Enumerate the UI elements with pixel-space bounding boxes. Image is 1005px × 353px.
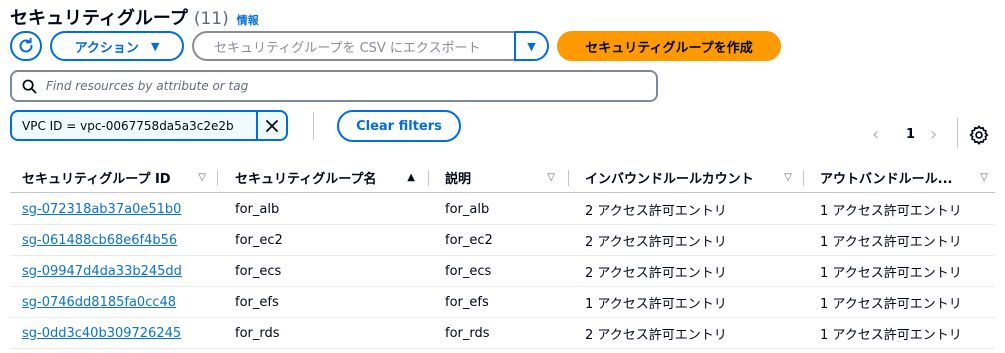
outbound-rule-count: 1 アクセス許可エントリ (820, 203, 962, 219)
actions-dropdown-button[interactable]: アクション ▼ (50, 31, 184, 61)
gear-icon (969, 125, 989, 145)
filter-token-label: VPC ID = vpc-0067758da5a3c2e2b (22, 118, 234, 133)
clear-filters-label: Clear filters (356, 118, 442, 134)
export-csv-button[interactable]: セキュリティグループを CSV にエクスポート (192, 31, 514, 61)
next-page-button[interactable]: › (930, 122, 937, 146)
table-row: sg-0746dd8185fa0cc48 for_efs for_efs 1 ア… (10, 287, 995, 318)
column-label: 説明 (445, 171, 472, 187)
actions-label: アクション (74, 40, 139, 56)
page-title: セキュリティグループ (10, 8, 188, 29)
clear-filters-button[interactable]: Clear filters (337, 110, 461, 142)
create-security-group-button[interactable]: セキュリティグループを作成 (557, 31, 781, 61)
security-group-id-link[interactable]: sg-072318ab37a0e51b0 (22, 194, 181, 224)
inbound-rule-count: 2 アクセス許可エントリ (585, 327, 727, 343)
column-label: セキュリティグループ ID (22, 171, 171, 187)
table-row: sg-0dd3c40b309726245 for_rds for_rds 2 ア… (10, 318, 995, 349)
resource-count: (11) (193, 9, 229, 29)
table-row: sg-061488cb68e6f4b56 for_ec2 for_ec2 2 ア… (10, 225, 995, 256)
sort-ascending-icon: ▲ (407, 171, 415, 183)
security-group-id-link[interactable]: sg-09947d4da33b245dd (22, 256, 182, 286)
chevron-left-icon: ‹ (872, 123, 880, 145)
search-box (10, 70, 658, 102)
refresh-button[interactable] (10, 31, 42, 61)
table-row: sg-072318ab37a0e51b0 for_alb for_alb 2 ア… (10, 194, 995, 225)
filter-divider (313, 112, 314, 140)
sort-down-icon: ▽ (784, 171, 792, 183)
column-label: アウトバンドルール... (820, 171, 953, 187)
description: for_alb (445, 201, 490, 217)
column-header-description[interactable]: 説明 ▽ (445, 161, 555, 193)
column-header-outbound-count[interactable]: アウトバンドルール... ▽ (820, 161, 988, 193)
description: for_efs (445, 294, 489, 310)
column-divider (568, 170, 569, 186)
export-dropdown-toggle[interactable]: ▼ (514, 31, 549, 61)
table-header: セキュリティグループ ID ▽ セキュリティグループ名 ▲ 説明 ▽ インバウン… (10, 161, 995, 193)
sort-down-icon: ▽ (980, 171, 988, 183)
description: for_rds (445, 325, 490, 341)
filter-token: VPC ID = vpc-0067758da5a3c2e2b (10, 110, 288, 141)
inbound-rule-count: 2 アクセス許可エントリ (585, 265, 727, 281)
current-page-number[interactable]: 1 (906, 122, 915, 146)
table-row: sg-09947d4da33b245dd for_ecs for_ecs 2 ア… (10, 256, 995, 287)
search-input[interactable] (46, 79, 626, 93)
info-link[interactable]: 情報 (237, 12, 259, 28)
search-icon (22, 79, 37, 93)
description: for_ecs (445, 263, 492, 279)
remove-filter-button[interactable] (256, 112, 286, 139)
create-label: セキュリティグループを作成 (585, 40, 753, 56)
column-header-name[interactable]: セキュリティグループ名 ▲ (235, 161, 415, 193)
caret-down-icon: ▼ (150, 39, 160, 53)
outbound-rule-count: 1 アクセス許可エントリ (820, 265, 962, 281)
export-split-button: セキュリティグループを CSV にエクスポート ▼ (192, 31, 549, 61)
description: for_ec2 (445, 232, 493, 248)
security-group-id-link[interactable]: sg-0dd3c40b309726245 (22, 318, 181, 348)
column-label: セキュリティグループ名 (235, 171, 377, 187)
caret-down-icon: ▼ (527, 39, 536, 53)
export-csv-label: セキュリティグループを CSV にエクスポート (214, 40, 481, 56)
column-header-inbound-count[interactable]: インバウンドルールカウント ▽ (585, 161, 792, 193)
outbound-rule-count: 1 アクセス許可エントリ (820, 296, 962, 312)
column-divider (217, 170, 218, 186)
refresh-icon (19, 37, 33, 53)
close-icon (266, 119, 278, 132)
pager-divider (957, 118, 958, 148)
sort-down-icon: ▽ (198, 171, 206, 183)
column-divider (803, 170, 804, 186)
outbound-rule-count: 1 アクセス許可エントリ (820, 234, 962, 250)
page-header: セキュリティグループ (11) 情報 (10, 4, 259, 30)
column-divider (428, 170, 429, 186)
chevron-right-icon: › (930, 123, 938, 145)
previous-page-button[interactable]: ‹ (872, 122, 879, 146)
security-group-name: for_ecs (235, 263, 282, 279)
inbound-rule-count: 2 アクセス許可エントリ (585, 234, 727, 250)
column-header-id[interactable]: セキュリティグループ ID ▽ (22, 161, 206, 193)
security-group-name: for_efs (235, 294, 279, 310)
security-group-name: for_alb (235, 201, 280, 217)
security-group-id-link[interactable]: sg-061488cb68e6f4b56 (22, 225, 177, 255)
inbound-rule-count: 2 アクセス許可エントリ (585, 203, 727, 219)
inbound-rule-count: 1 アクセス許可エントリ (585, 296, 727, 312)
security-group-id-link[interactable]: sg-0746dd8185fa0cc48 (22, 287, 176, 317)
security-group-name: for_ec2 (235, 232, 283, 248)
sort-down-icon: ▽ (547, 171, 555, 183)
table-settings-button[interactable] (968, 124, 990, 146)
outbound-rule-count: 1 アクセス許可エントリ (820, 327, 962, 343)
security-group-name: for_rds (235, 325, 280, 341)
column-label: インバウンドルールカウント (585, 171, 754, 187)
